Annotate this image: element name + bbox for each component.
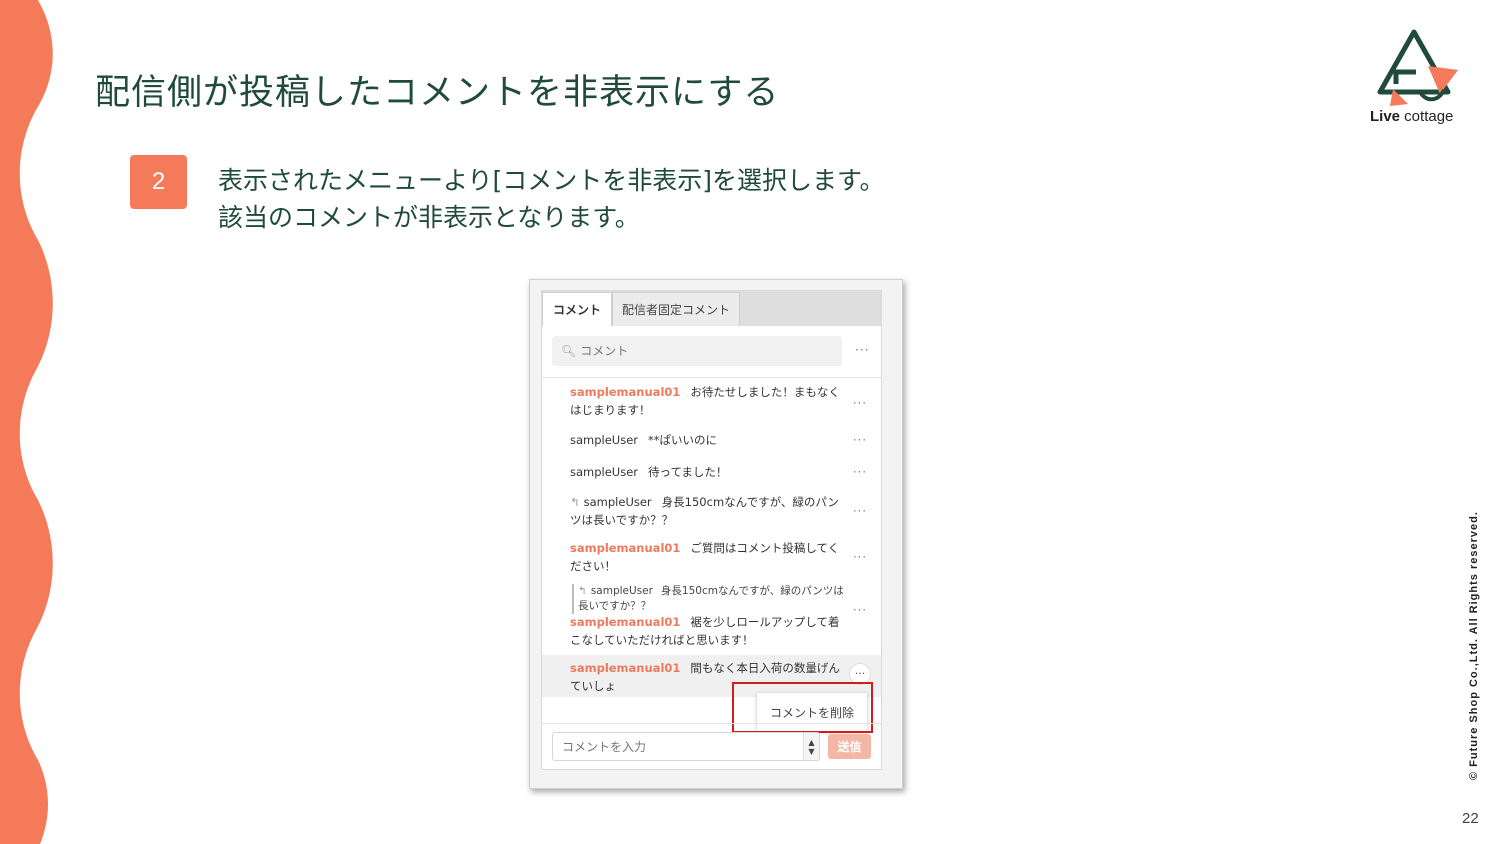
comment-search-input[interactable] — [580, 344, 821, 358]
quoted-comment: ↰ sampleUser 身長150cmなんですが、緑のパンツは長いですか？？ — [572, 584, 848, 614]
send-button[interactable]: 送信 — [828, 734, 871, 759]
decorative-wave — [0, 0, 53, 844]
instruction-line-2: 該当のコメントが非表示となります。 — [218, 203, 640, 232]
comment-more-icon[interactable]: ··· — [853, 463, 867, 481]
page-title: 配信側が投稿したコメントを非表示にする — [95, 73, 780, 113]
search-icon: 🔍︎ — [561, 344, 577, 358]
comment-panel-screenshot: コメント 配信者固定コメント 🔍︎ ··· samplemanual01お待たせ… — [529, 279, 903, 789]
comment-username: sampleUser — [583, 495, 652, 509]
comment-panel: コメント 配信者固定コメント 🔍︎ ··· samplemanual01お待たせ… — [541, 290, 882, 770]
comment-item: ↰ sampleUser 身長150cmなんですが、緑のパンツは長いですか？？ ··… — [542, 493, 881, 533]
quoted-username: sampleUser — [590, 585, 653, 597]
tab-pinned-comments[interactable]: 配信者固定コメント — [612, 292, 740, 326]
comment-username: samplemanual01 — [570, 661, 681, 675]
comment-text: **ぱいいのに — [648, 433, 718, 447]
logo-wordmark: Live cottage — [1370, 108, 1454, 125]
comment-username: sampleUser — [570, 465, 639, 479]
comment-input-box[interactable]: ▲ ▼ — [552, 732, 820, 761]
search-more-icon[interactable]: ··· — [855, 343, 869, 357]
tab-bar: コメント 配信者固定コメント — [542, 291, 881, 326]
comment-item: sampleUser **ぱいいのに ··· — [542, 431, 881, 451]
reply-icon: ↰ — [578, 585, 587, 597]
divider — [542, 723, 881, 724]
comment-input[interactable] — [562, 739, 792, 754]
highlight-box — [732, 682, 873, 733]
page-number: 22 — [1462, 810, 1479, 827]
comment-item: sampleUser 待ってました！ ··· — [542, 463, 881, 483]
tab-comments[interactable]: コメント — [542, 292, 612, 326]
comment-text: 待ってました！ — [648, 465, 728, 479]
reply-icon: ↰ — [570, 495, 580, 509]
copyright-text: © Future Shop Co.,Ltd. All Rights reserv… — [1468, 511, 1480, 780]
comment-item: samplemanual01 裾を少しロールアップして着こなしていただければと思い… — [542, 603, 881, 653]
input-spinner[interactable]: ▲ ▼ — [803, 733, 819, 760]
comment-more-icon[interactable]: ··· — [853, 394, 867, 412]
comment-item: samplemanual01 お待たせしました！まもなくはじまります！ ··· — [542, 383, 881, 423]
spinner-down-icon[interactable]: ▼ — [808, 747, 814, 756]
instruction-line-1: 表示されたメニューより[コメントを非表示]を選択します。 — [218, 166, 885, 195]
comment-more-icon[interactable]: ··· — [853, 502, 867, 520]
comment-username: samplemanual01 — [570, 615, 681, 629]
comment-more-icon[interactable]: ··· — [853, 431, 867, 449]
comment-item: samplemanual01 ご質問はコメント投稿してください！ ··· — [542, 539, 881, 579]
comment-more-icon[interactable]: ··· — [853, 601, 867, 619]
comment-search-box[interactable]: 🔍︎ — [552, 336, 842, 366]
comment-username: samplemanual01 — [570, 385, 681, 399]
comment-username: samplemanual01 — [570, 541, 681, 555]
comment-more-icon[interactable]: ··· — [853, 548, 867, 566]
step-number-badge: 2 — [130, 155, 187, 209]
comment-username: sampleUser — [570, 433, 639, 447]
instruction-text: 表示されたメニューより[コメントを非表示]を選択します。 該当のコメントが非表示… — [218, 162, 885, 236]
spinner-up-icon[interactable]: ▲ — [808, 738, 814, 747]
divider — [542, 377, 881, 378]
